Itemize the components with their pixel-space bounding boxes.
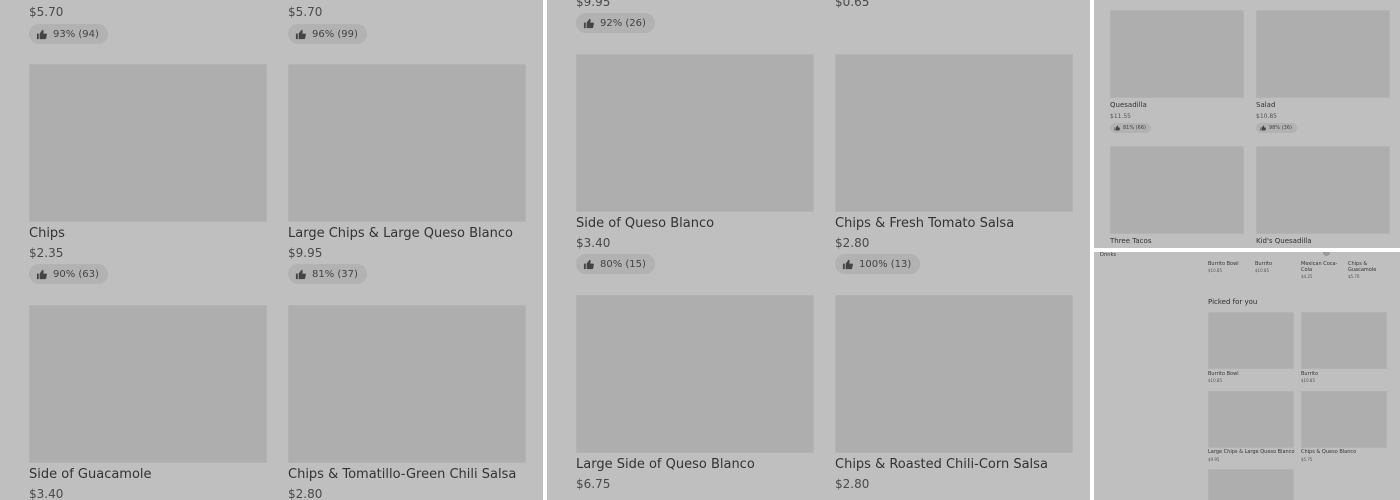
item-name[interactable]: Burrito — [1301, 371, 1318, 377]
rating-text: 81% (66) — [1123, 125, 1146, 131]
item-price: $6.75 — [576, 477, 611, 491]
rating-text: 100% (13) — [859, 258, 912, 270]
item-name[interactable]: Three Tacos — [1110, 237, 1151, 245]
rating-badge: 92% (26) — [576, 13, 655, 33]
item-image[interactable] — [288, 64, 526, 222]
item-price: $10.85 — [1301, 378, 1315, 383]
rating-badge: 90% (63) — [29, 264, 108, 284]
item-image[interactable] — [835, 54, 1073, 212]
menu-panel-1: $5.70 93% (94) $5.70 96% (99) Chips $2.3… — [0, 0, 543, 500]
rating-text: 98% (36) — [1269, 125, 1292, 131]
item-image[interactable] — [1256, 146, 1390, 234]
rating-text: 93% (94) — [53, 28, 99, 40]
item-name[interactable]: Chips & Tomatillo-Green Chili Salsa — [288, 467, 516, 482]
item-price: $10.85 — [1255, 268, 1269, 273]
item-price: $10.85 — [1208, 378, 1222, 383]
rating-badge: 98% (36) — [1256, 123, 1297, 133]
menu-panel-4: Drinks Burrito Bowl $10.85 Burrito $10.8… — [1094, 252, 1400, 500]
item-image[interactable] — [1208, 391, 1294, 448]
item-name[interactable]: Quesadilla — [1110, 101, 1147, 109]
item-price: $5.70 — [288, 5, 323, 19]
item-image[interactable] — [288, 305, 526, 463]
item-image[interactable] — [1208, 312, 1294, 369]
item-name[interactable]: Chips & Fresh Tomato Salsa — [835, 216, 1014, 231]
sidebar-item-drinks[interactable]: Drinks — [1100, 252, 1116, 258]
item-name[interactable]: Burrito — [1255, 261, 1272, 267]
section-title: Picked for you — [1208, 298, 1258, 306]
item-name[interactable]: Side of Queso Blanco — [576, 216, 714, 231]
item-name[interactable]: Chips & Queso Blanco — [1301, 449, 1356, 455]
item-image[interactable] — [1208, 469, 1294, 500]
item-price: $10.85 — [1208, 268, 1222, 273]
item-price: $3.40 — [576, 236, 611, 250]
item-price: $11.55 — [1110, 113, 1131, 120]
item-image[interactable] — [835, 295, 1073, 453]
rating-badge: 81% (66) — [1110, 123, 1151, 133]
rating-badge: 93% (94) — [29, 24, 108, 44]
menu-panel-3: Quesadilla $11.55 81% (66) Salad $10.85 … — [1094, 0, 1400, 248]
thumbs-up-icon — [36, 269, 47, 279]
item-name[interactable]: Large Chips & Large Queso Blanco — [288, 226, 513, 241]
item-price: $5.70 — [1348, 274, 1360, 279]
item-image[interactable] — [1301, 391, 1387, 448]
item-price: $2.80 — [835, 236, 870, 250]
item-name[interactable]: Chips & Roasted Chili-Corn Salsa — [835, 457, 1048, 472]
rating-text: 81% (37) — [312, 268, 358, 280]
item-name[interactable]: Kid's Quesadilla — [1256, 237, 1312, 245]
item-price: $3.40 — [29, 487, 64, 500]
item-price: $10.85 — [1256, 113, 1277, 120]
item-name[interactable]: Chips & Guacamole — [1348, 261, 1386, 273]
item-name[interactable]: Large Side of Queso Blanco — [576, 457, 755, 472]
item-name[interactable]: Mexican Coca-Cola — [1301, 261, 1339, 273]
menu-panel-2: $9.95 92% (26) $0.65 Side of Queso Blanc… — [547, 0, 1090, 500]
thumbs-up-icon — [36, 29, 47, 39]
item-price: $9.95 — [288, 246, 323, 260]
item-image[interactable] — [1301, 312, 1387, 369]
item-image[interactable] — [1110, 10, 1244, 98]
item-price: $4.25 — [1301, 274, 1313, 279]
rating-badge: 100% (13) — [835, 254, 921, 274]
item-image[interactable] — [576, 295, 814, 453]
item-price: $9.95 — [576, 0, 611, 9]
thumbs-up-icon — [842, 259, 853, 269]
item-price: $2.80 — [288, 487, 323, 500]
item-image[interactable] — [1110, 146, 1244, 234]
item-image[interactable] — [29, 305, 267, 463]
item-price: $5.75 — [1301, 457, 1313, 462]
item-name[interactable]: Side of Guacamole — [29, 467, 152, 482]
item-price: $5.70 — [29, 5, 64, 19]
rating-text: 90% (63) — [53, 268, 99, 280]
thumbs-up-icon — [583, 18, 594, 28]
item-name[interactable]: Salad — [1256, 101, 1275, 109]
item-name[interactable]: Large Chips & Large Queso Blanco — [1208, 449, 1295, 455]
item-image[interactable] — [29, 64, 267, 222]
thumbs-up-icon — [1114, 125, 1120, 131]
thumbs-up-icon — [295, 29, 306, 39]
item-name[interactable]: Burrito Bowl — [1208, 261, 1239, 267]
rating-text: 92% (26) — [600, 17, 646, 29]
carousel-dot-icon — [1323, 252, 1330, 256]
rating-text: 80% (15) — [600, 258, 646, 270]
item-price: $2.80 — [835, 477, 870, 491]
thumbs-up-icon — [1260, 125, 1266, 131]
item-name[interactable]: Chips — [29, 226, 65, 241]
thumbs-up-icon — [295, 269, 306, 279]
item-name[interactable]: Burrito Bowl — [1208, 371, 1239, 377]
item-price: $9.95 — [1208, 457, 1220, 462]
item-price: $0.65 — [835, 0, 870, 9]
item-image[interactable] — [576, 54, 814, 212]
rating-badge: 81% (37) — [288, 264, 367, 284]
rating-badge: 96% (99) — [288, 24, 367, 44]
rating-text: 96% (99) — [312, 28, 358, 40]
item-price: $2.35 — [29, 246, 64, 260]
item-image[interactable] — [1256, 10, 1390, 98]
rating-badge: 80% (15) — [576, 254, 655, 274]
thumbs-up-icon — [583, 259, 594, 269]
